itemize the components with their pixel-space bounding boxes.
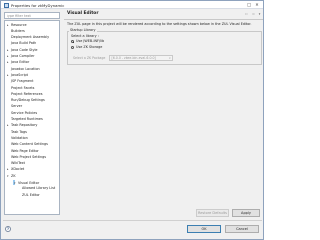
radio-web-inf-lib[interactable]: Use JWEB-INF/lib (71, 39, 141, 44)
back-arrow-icon[interactable]: ⇦ (244, 12, 249, 17)
tree-item-label: Project References (11, 91, 43, 96)
heading-divider (64, 19, 263, 20)
tree-item-label: Validation (11, 135, 28, 140)
ok-button[interactable]: OK (187, 225, 221, 233)
zk-package-select: [6.0.0 - zkee-bin-eval-6.0.0] ▾ (109, 55, 173, 61)
tree-item-label: Web Content Settings (11, 142, 48, 147)
tree-item-label: Java Editor (11, 60, 30, 65)
tree-item-label: XDoclet (11, 167, 25, 172)
group-label: Startup Library (69, 28, 97, 33)
tree-item-label: Run/Debug Settings (11, 98, 45, 103)
view-menu-icon[interactable]: ▾ (257, 12, 262, 17)
tree-item[interactable]: ▾ Visual Editor (13, 180, 39, 186)
collapsed-arrow-icon[interactable]: ▸ (7, 48, 9, 53)
title-bar: Properties for zkMyDynamic □ ✕ (1, 1, 263, 9)
zk-package-value: [6.0.0 - zkee-bin-eval-6.0.0] (111, 56, 156, 60)
property-page-tree[interactable]: ▸ Resource Builders Deployment Assembly Java… (4, 20, 60, 215)
tree-item-label: WikiText (11, 161, 25, 166)
tree-item-label: Java Build Path (11, 41, 37, 46)
tree-item-label: Service Policies (11, 110, 38, 115)
radio-label: Use JWEB-INF/lib (76, 39, 105, 43)
collapsed-arrow-icon[interactable]: ▸ (7, 73, 9, 78)
tree-item-label: Deployment Assembly (11, 35, 50, 40)
eclipse-icon (4, 2, 9, 8)
tree-item-label: Server (11, 104, 23, 109)
radio-button-icon[interactable] (71, 39, 75, 44)
page-title: Visual Editor (67, 11, 99, 16)
tree-item-label: Targeted Runtimes (11, 117, 43, 121)
tree-item-label: JSP Fragment (11, 79, 34, 84)
help-icon[interactable]: ? (5, 226, 11, 232)
collapsed-arrow-icon[interactable]: ▸ (7, 54, 9, 59)
zk-package-label: Select a ZK Package (73, 55, 106, 60)
maximize-icon[interactable]: □ (246, 2, 252, 8)
window-title: Properties for zkMyDynamic (11, 2, 65, 8)
forward-arrow-icon[interactable]: ⇨ (251, 12, 256, 17)
tree-item-label: Resource (11, 22, 27, 27)
footer-divider (3, 220, 262, 221)
tree-item-label: JavaScript (11, 72, 28, 77)
chevron-down-icon: ▾ (169, 57, 171, 60)
collapsed-arrow-icon[interactable]: ▸ (7, 167, 9, 172)
tree-item-label: Visual Editor (18, 181, 40, 185)
tree-item-label: Web Page Editor (11, 148, 39, 153)
tree-item-label: ZUL Editor (22, 192, 40, 197)
page-description: The ZUL page in this project will be ren… (67, 22, 252, 26)
expanded-arrow-icon[interactable]: ▾ (7, 174, 9, 179)
tree-item-label: Java Compiler (11, 54, 35, 58)
restore-defaults-button[interactable]: Restore Defaults (196, 209, 229, 217)
close-icon[interactable]: ✕ (254, 2, 260, 8)
tree-item-label: Allowed Library List (22, 186, 56, 191)
tree-item-label: Project Facets (11, 85, 35, 90)
cancel-button[interactable]: Cancel (225, 225, 259, 233)
collapsed-arrow-icon[interactable]: ▸ (7, 60, 9, 65)
tree-item-label: Builders (11, 28, 25, 33)
tree-item-label: Task Repository (11, 123, 38, 128)
filter-input[interactable] (5, 13, 61, 19)
radio-button-icon[interactable] (71, 45, 75, 50)
radio-label: Use ZK Storage (76, 45, 103, 49)
tree-item-label: Web Project Settings (11, 154, 47, 159)
tree-item-label: Java Code Style (11, 47, 38, 52)
tree-item-label: ZK (11, 173, 16, 178)
tree-item-label: Task Tags (11, 129, 27, 134)
collapsed-arrow-icon[interactable]: ▸ (7, 23, 9, 28)
apply-button[interactable]: Apply (232, 209, 260, 217)
expanded-arrow-icon[interactable]: ▾ (14, 181, 16, 186)
collapsed-arrow-icon[interactable]: ▸ (7, 123, 9, 128)
radio-zk-storage[interactable]: Use ZK Storage (71, 45, 141, 50)
tree-item-label: Javadoc Location (11, 66, 40, 71)
select-library-label: Select a library : (71, 33, 99, 38)
filter-field[interactable] (4, 12, 61, 19)
properties-dialog: Properties for zkMyDynamic □ ✕ ▸Resource… (0, 0, 264, 240)
